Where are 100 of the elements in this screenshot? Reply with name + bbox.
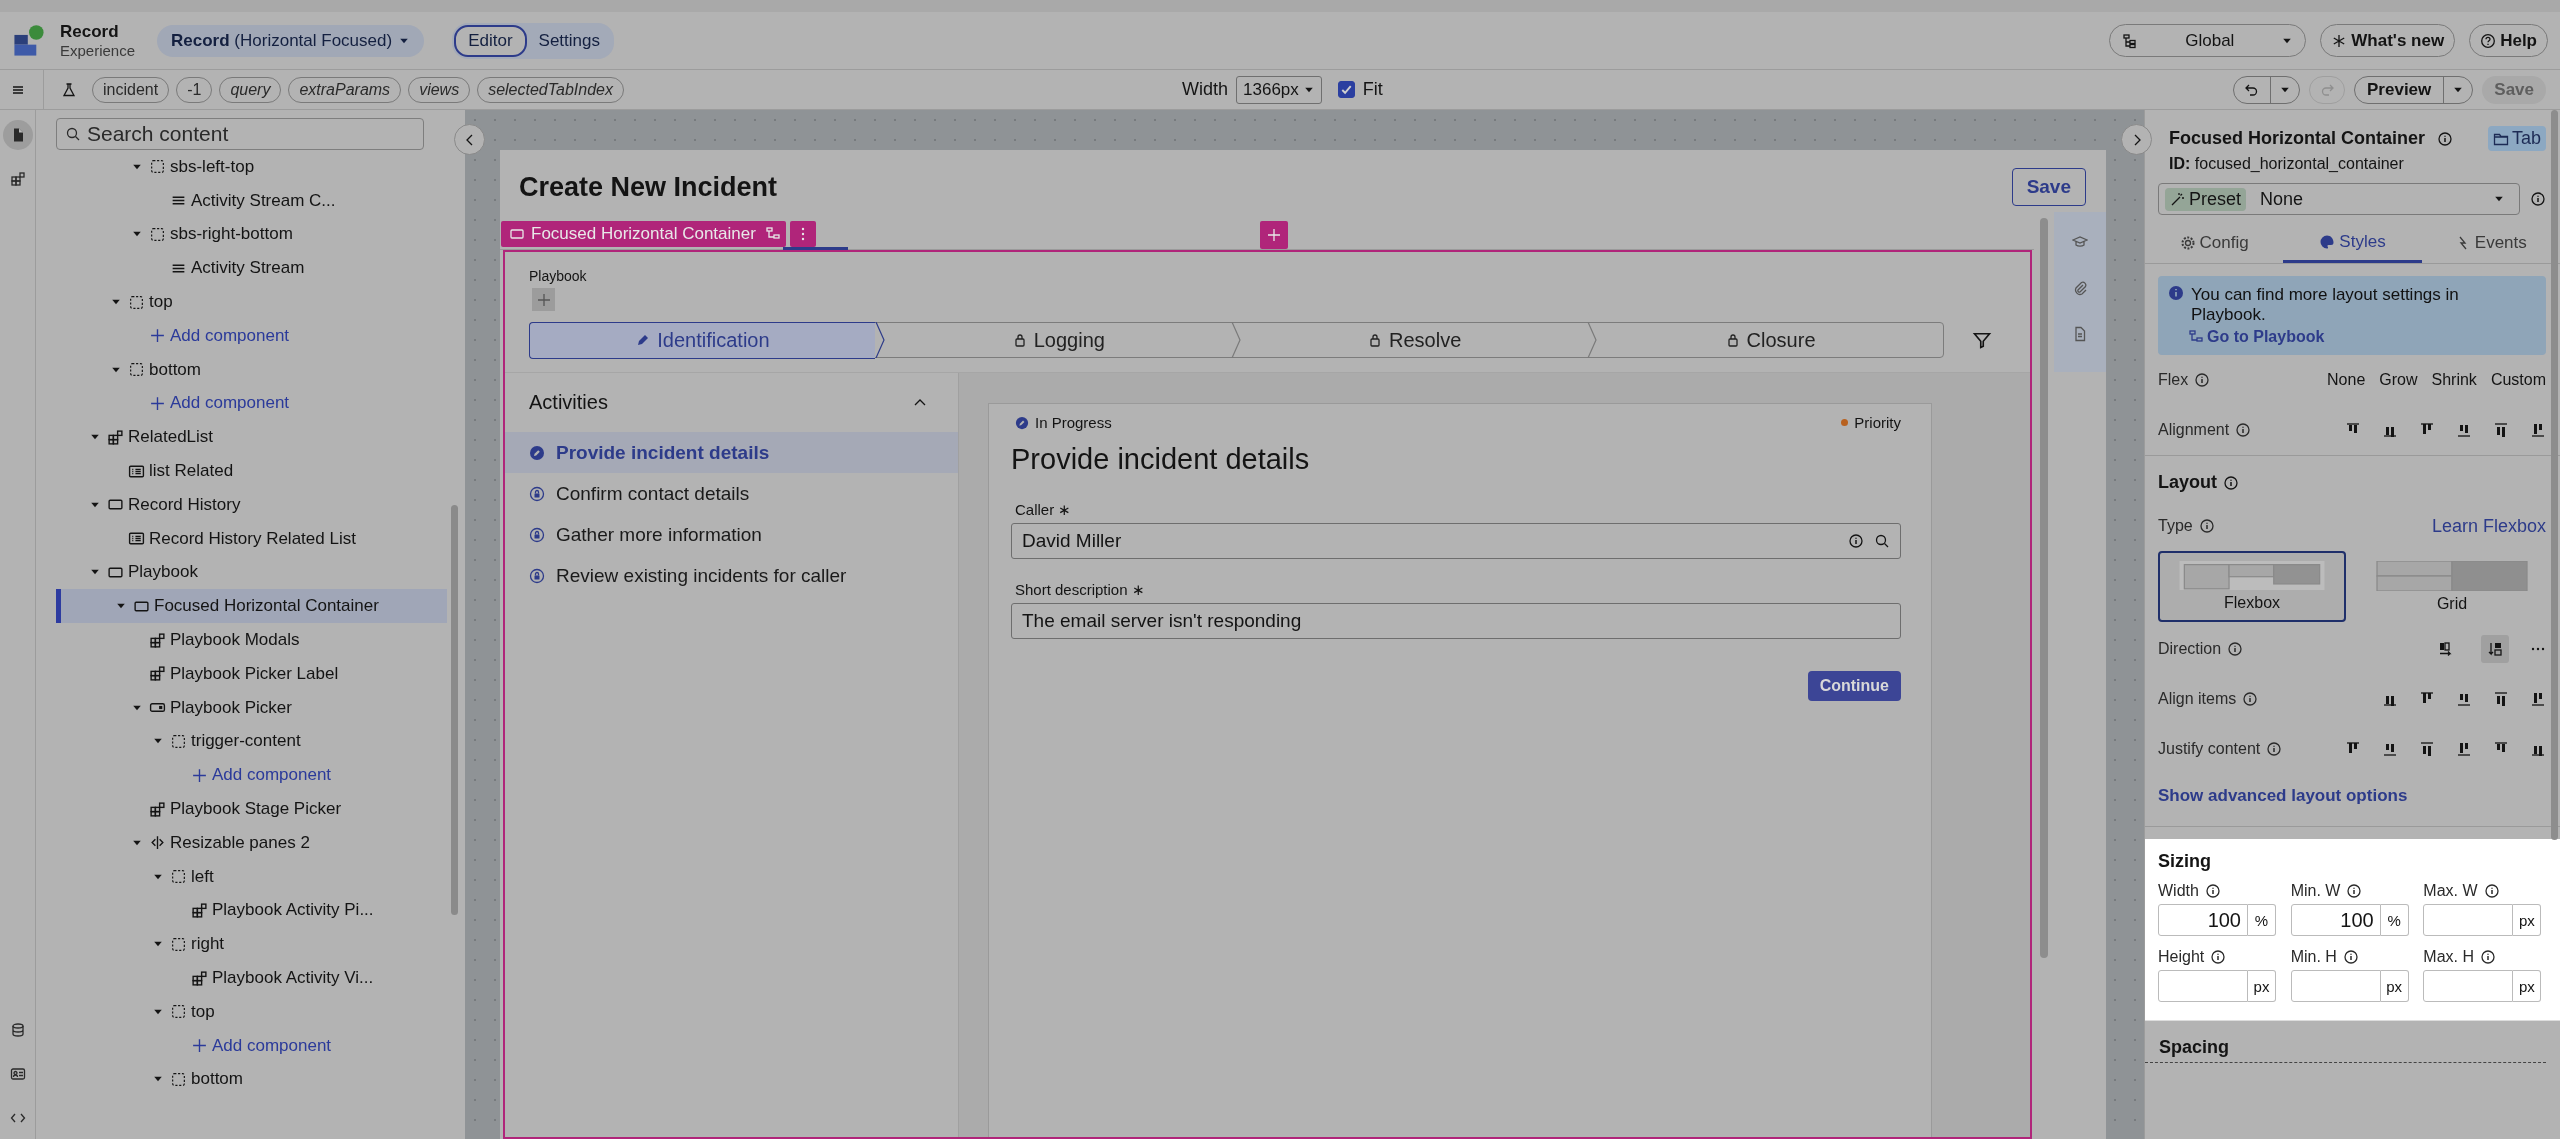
field-value[interactable]: David Miller (1022, 530, 1838, 552)
go-to-playbook-link[interactable]: Go to Playbook (2188, 328, 2536, 346)
activity-item[interactable]: Confirm contact details (505, 473, 958, 514)
size-input[interactable]: 100 (2297, 908, 2374, 932)
align-items-icon[interactable] (2456, 691, 2472, 707)
info-icon[interactable] (2346, 883, 2363, 899)
info-icon[interactable] (2437, 130, 2454, 147)
tree-row[interactable]: Resizable panes 2 (56, 825, 447, 860)
size-field[interactable]: 100 (2290, 904, 2381, 936)
info-icon[interactable] (1848, 533, 1864, 549)
hierarchy-button[interactable] (760, 221, 786, 247)
info-icon[interactable] (2480, 949, 2496, 965)
tree-row[interactable]: top (56, 285, 447, 319)
scrollbar[interactable] (2040, 218, 2048, 958)
activity-item[interactable]: Provide incident details (505, 432, 958, 473)
panel-tab[interactable]: Events (2421, 223, 2560, 263)
continue-button[interactable]: Continue (1807, 671, 1901, 701)
graduation-cap-icon[interactable] (2072, 234, 2088, 250)
tree-row[interactable]: Playbook Picker Label (56, 656, 447, 691)
info-icon[interactable] (2210, 949, 2227, 965)
align-items-icon[interactable] (2493, 691, 2509, 707)
alignment-icon[interactable] (2456, 422, 2472, 438)
tree-row[interactable]: Playbook Stage Picker (56, 792, 447, 826)
activity-item[interactable]: Review existing incidents for caller (505, 555, 958, 596)
info-icon[interactable] (2483, 883, 2500, 899)
flex-option[interactable]: Grow (2379, 371, 2418, 389)
text-field[interactable]: The email server isn't responding (1011, 603, 1901, 639)
scrollbar[interactable] (2551, 110, 2558, 840)
field-value[interactable]: The email server isn't responding (1022, 610, 1890, 632)
tree-row[interactable]: trigger-content (56, 724, 447, 759)
width-select[interactable]: 1366px (1236, 75, 1322, 104)
tree-row[interactable]: sbs-left-top (56, 150, 447, 184)
info-icon[interactable] (2223, 474, 2239, 491)
direction-option[interactable] (2481, 635, 2509, 663)
tree-row[interactable]: Focused Horizontal Container (56, 589, 447, 624)
flex-option[interactable]: Custom (2490, 371, 2546, 389)
filter-icon[interactable] (1972, 330, 1992, 350)
tree-row[interactable]: Playbook Modals (56, 623, 447, 657)
tree-row[interactable]: left (56, 859, 447, 894)
info-icon[interactable] (2266, 741, 2283, 757)
mode-tab[interactable]: Settings (526, 24, 612, 57)
text-field[interactable]: David Miller (1011, 523, 1901, 559)
info-icon[interactable] (2242, 691, 2259, 707)
size-field[interactable] (2158, 970, 2248, 1002)
tree-row[interactable]: Activity Stream (56, 251, 447, 286)
database-icon[interactable] (9, 1022, 26, 1038)
scrollbar[interactable] (451, 505, 458, 915)
preset-select[interactable]: Preset None (2158, 183, 2520, 215)
rail-button[interactable] (2, 120, 33, 150)
info-icon[interactable] (2342, 949, 2359, 965)
info-icon[interactable] (2235, 422, 2252, 438)
tree-row[interactable]: list Related (56, 454, 447, 488)
fit-checkbox[interactable] (1337, 81, 1355, 98)
tree-row[interactable]: top (56, 994, 447, 1029)
flex-option[interactable]: Shrink (2431, 371, 2477, 389)
alignment-icon[interactable] (2530, 422, 2546, 438)
tree-row[interactable]: Playbook (56, 555, 447, 590)
add-component-link[interactable]: Add component (56, 1028, 447, 1063)
info-icon[interactable] (2194, 372, 2211, 388)
size-field[interactable] (2290, 970, 2381, 1002)
info-icon[interactable] (2204, 883, 2221, 899)
size-field[interactable] (2423, 904, 2514, 936)
add-component-link[interactable]: Add component (56, 758, 447, 793)
tree-row[interactable]: Record History (56, 487, 447, 522)
tree-row[interactable]: Playbook Picker (56, 690, 447, 725)
tree-row[interactable]: RelatedList (56, 420, 447, 455)
size-field[interactable] (2423, 970, 2514, 1002)
add-component-link[interactable]: Add component (56, 319, 447, 353)
paperclip-icon[interactable] (2072, 280, 2088, 296)
flask-icon[interactable] (61, 81, 77, 98)
tree-row[interactable]: Record History Related List (56, 521, 447, 556)
align-items-icon[interactable] (2530, 691, 2546, 707)
page-selector[interactable]: Record (Horizontal Focused) (157, 24, 425, 57)
tree-row[interactable]: right (56, 927, 447, 962)
stage-step[interactable]: Identification (528, 321, 876, 359)
tree-row[interactable]: bottom (56, 352, 447, 387)
contact-card-icon[interactable] (9, 1066, 26, 1082)
panel-tab[interactable]: Config (2145, 223, 2284, 263)
tree-row[interactable]: Playbook Activity Vi... (56, 961, 447, 995)
tree-row[interactable]: sbs-right-bottom (56, 217, 447, 252)
alignment-icon[interactable] (2493, 422, 2509, 438)
info-icon[interactable] (2227, 641, 2244, 657)
learn-flexbox-link[interactable]: Learn Flexbox (2431, 515, 2546, 537)
stage-step[interactable]: Closure (1597, 323, 1943, 357)
layout-type-option[interactable]: Flexbox (2158, 551, 2347, 622)
panel-tab[interactable]: Styles (2283, 223, 2422, 263)
justify-content-icon[interactable] (2419, 741, 2435, 757)
info-icon[interactable] (2198, 518, 2215, 534)
tree-row[interactable]: bottom (56, 1062, 447, 1097)
add-component-link[interactable]: Add component (56, 386, 447, 421)
mode-tab[interactable]: Editor (454, 24, 527, 57)
search-icon[interactable] (1874, 533, 1890, 549)
search-input[interactable]: Search content (87, 122, 415, 146)
flex-option[interactable]: None (2327, 371, 2366, 389)
justify-content-icon[interactable] (2382, 741, 2398, 757)
size-input[interactable]: 100 (2165, 908, 2241, 932)
size-field[interactable]: 100 (2158, 904, 2248, 936)
layout-type-option[interactable]: Grid (2358, 551, 2546, 622)
tree-row[interactable]: Playbook Activity Pi... (56, 893, 447, 928)
justify-content-icon[interactable] (2456, 741, 2472, 757)
